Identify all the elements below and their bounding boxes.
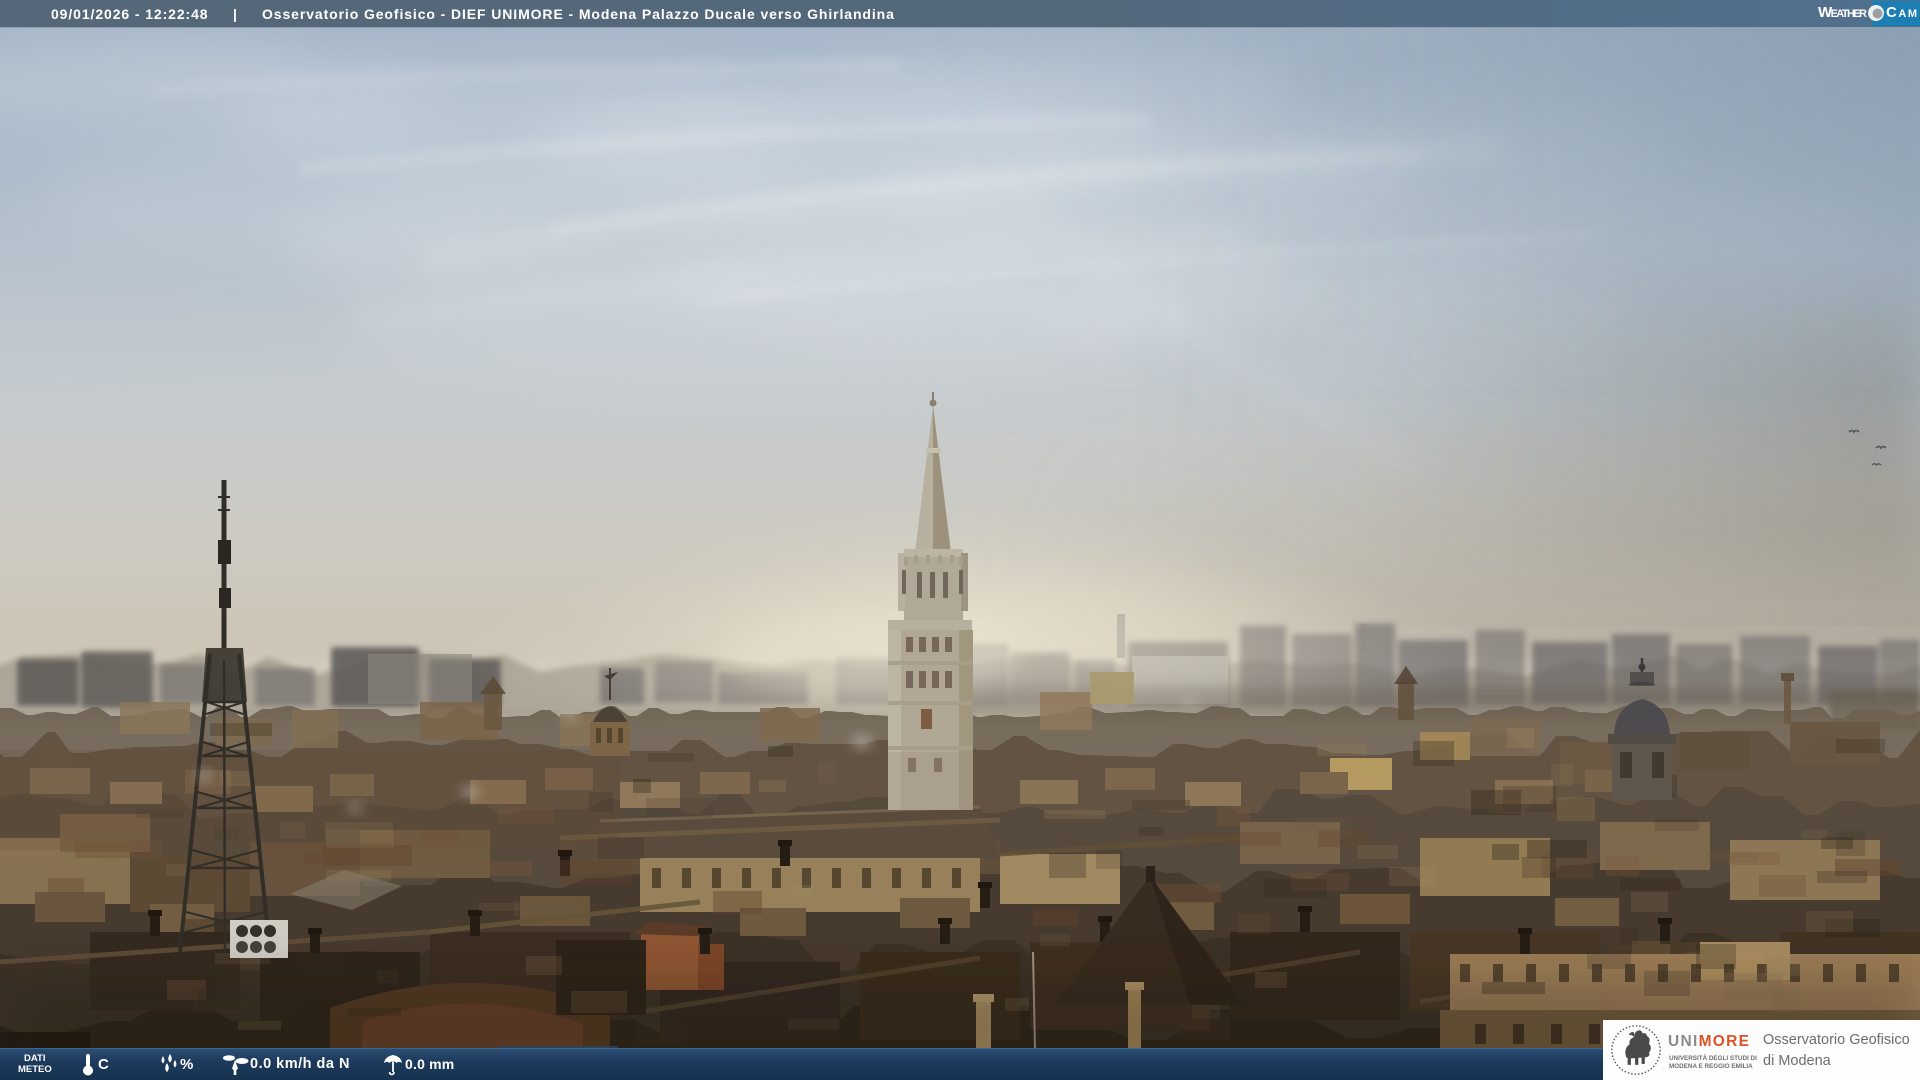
svg-text:WEATHER: WEATHER xyxy=(1818,4,1867,21)
